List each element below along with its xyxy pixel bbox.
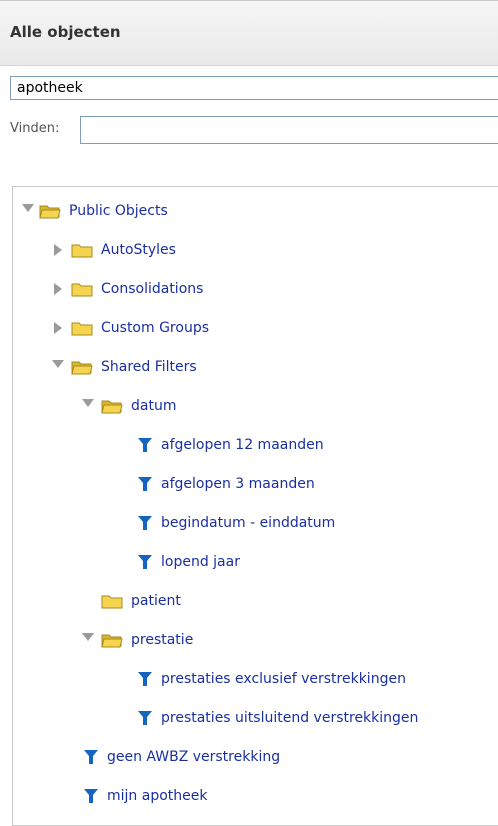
object-tree: Public Objects AutoStyles Consolidations… <box>12 186 498 826</box>
tree-node-label: Shared Filters <box>101 359 197 375</box>
folder-icon <box>71 322 93 336</box>
tree-node-filter[interactable]: lopend jaar <box>137 550 240 574</box>
filter-icon <box>84 750 98 764</box>
tree-node-label: prestaties exclusief verstrekkingen <box>161 671 406 687</box>
tree-node-shared-filters[interactable]: Shared Filters <box>51 355 197 379</box>
expand-toggle[interactable] <box>51 360 65 374</box>
panel-header: Alle objecten <box>0 0 498 66</box>
tree-node-label: datum <box>131 398 177 414</box>
tree-node-prestatie[interactable]: prestatie <box>81 628 193 652</box>
tree-node-label: geen AWBZ verstrekking <box>107 749 281 765</box>
filter-icon <box>138 516 152 530</box>
tree-node-filter[interactable]: begindatum - einddatum <box>137 511 335 535</box>
find-input[interactable] <box>80 116 498 144</box>
tree-node-filter[interactable]: afgelopen 3 maanden <box>137 472 315 496</box>
folder-open-icon <box>39 205 61 219</box>
tree-node-consolidations[interactable]: Consolidations <box>51 277 203 301</box>
filter-icon <box>138 477 152 491</box>
tree-node-label: mijn apotheek <box>107 788 208 804</box>
tree-node-autostyles[interactable]: AutoStyles <box>51 238 176 262</box>
expand-toggle[interactable] <box>81 399 95 413</box>
expand-toggle[interactable] <box>81 633 95 647</box>
filter-icon <box>138 555 152 569</box>
tree-node-label: patient <box>131 593 181 609</box>
filter-icon <box>138 672 152 686</box>
tree-node-label: afgelopen 3 maanden <box>161 476 315 492</box>
tree-node-filter[interactable]: prestaties uitsluitend verstrekkingen <box>137 706 418 730</box>
expand-toggle[interactable] <box>51 243 65 257</box>
folder-open-icon <box>71 361 93 375</box>
folder-icon <box>71 283 93 297</box>
tree-node-label: AutoStyles <box>101 242 176 258</box>
find-label: Vinden: <box>10 121 60 136</box>
panel-title: Alle objecten <box>10 23 121 41</box>
tree-node-patient[interactable]: patient <box>101 589 181 613</box>
expand-toggle[interactable] <box>51 321 65 335</box>
tree-node-label: Consolidations <box>101 281 204 297</box>
filter-icon <box>138 438 152 452</box>
tree-node-label: afgelopen 12 maanden <box>161 437 324 453</box>
tree-node-label: prestatie <box>131 632 194 648</box>
tree-node-public-objects[interactable]: Public Objects <box>21 199 168 223</box>
tree-node-label: Custom Groups <box>101 320 210 336</box>
search-input[interactable] <box>10 76 498 100</box>
tree-node-label: lopend jaar <box>161 554 240 570</box>
filter-icon <box>138 711 152 725</box>
tree-node-filter[interactable]: prestaties exclusief verstrekkingen <box>137 667 406 691</box>
tree-node-label: begindatum - einddatum <box>161 515 336 531</box>
folder-icon <box>71 244 93 258</box>
tree-node-filter[interactable]: geen AWBZ verstrekking <box>83 745 280 769</box>
folder-open-icon <box>101 400 123 414</box>
tree-node-label: Public Objects <box>69 203 168 219</box>
expand-toggle[interactable] <box>21 204 35 218</box>
tree-node-datum[interactable]: datum <box>81 394 176 418</box>
tree-node-filter[interactable]: mijn apotheek <box>83 784 207 808</box>
folder-open-icon <box>101 634 123 648</box>
tree-node-custom-groups[interactable]: Custom Groups <box>51 316 209 340</box>
expand-toggle[interactable] <box>51 282 65 296</box>
tree-node-filter[interactable]: afgelopen 12 maanden <box>137 433 324 457</box>
tree-node-label: prestaties uitsluitend verstrekkingen <box>161 710 419 726</box>
folder-icon <box>101 595 123 609</box>
filter-icon <box>84 789 98 803</box>
